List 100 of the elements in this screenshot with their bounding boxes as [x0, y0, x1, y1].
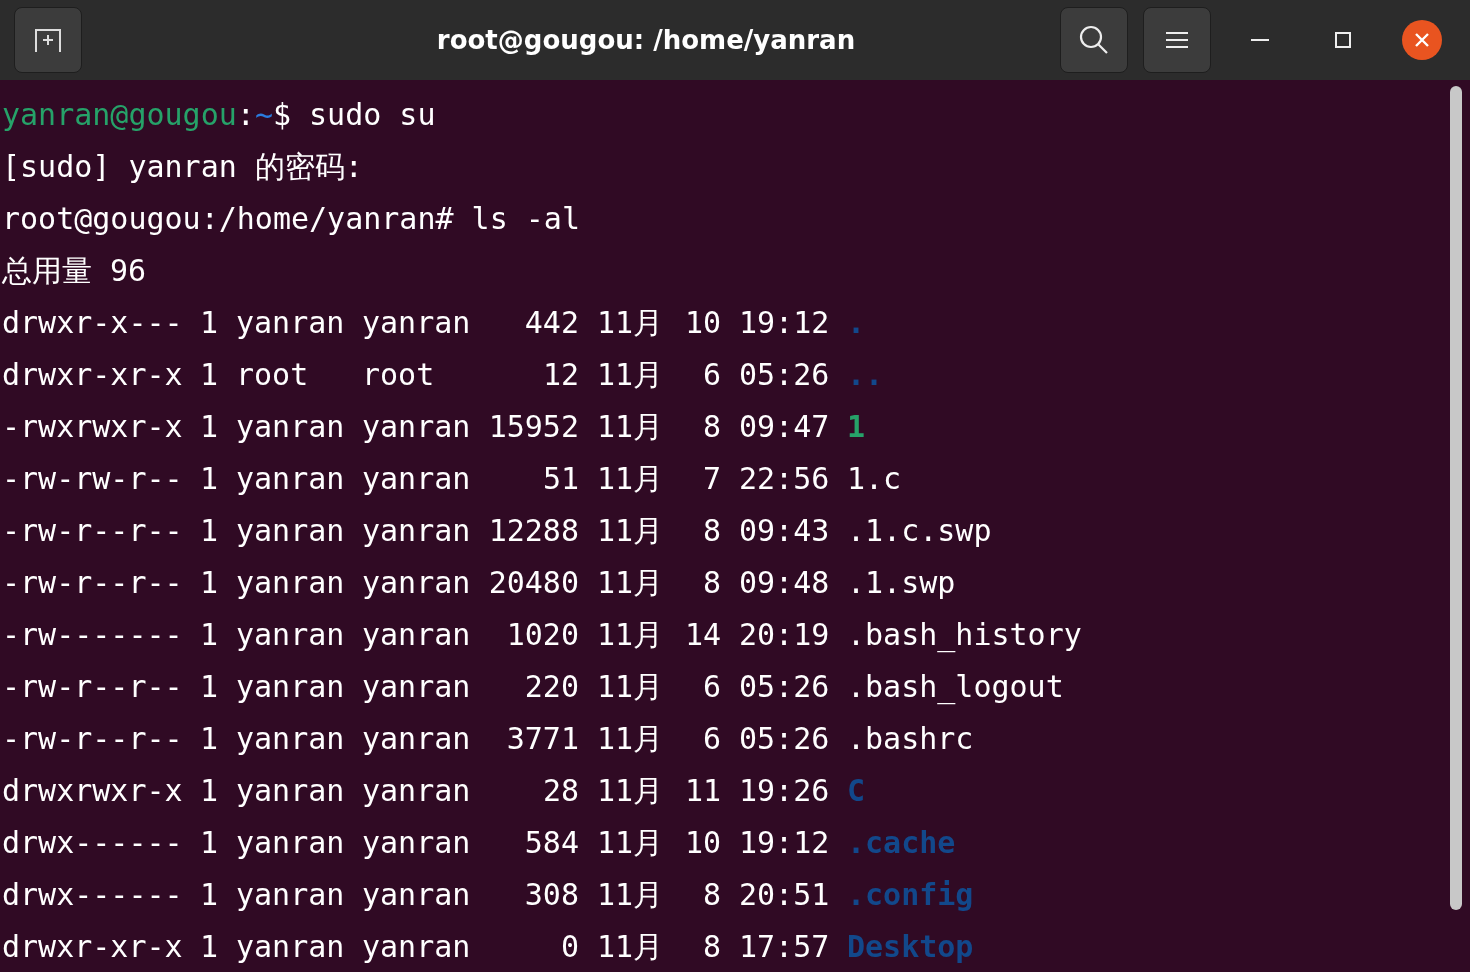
group-cell: yanran: [362, 773, 471, 808]
permissions-cell: -rw-rw-r--: [2, 461, 183, 496]
close-icon: [1414, 32, 1430, 48]
size-cell: 51: [542, 461, 579, 496]
menu-button[interactable]: [1143, 7, 1211, 73]
group-cell: yanran: [362, 409, 471, 444]
month-cell: 11月: [597, 721, 664, 756]
time-cell: 19:12: [739, 825, 830, 860]
search-icon: [1079, 25, 1109, 55]
file-name: .config: [847, 876, 974, 914]
month-cell: 11月: [597, 565, 664, 600]
permissions-cell: drwxrwxr-x: [2, 773, 183, 808]
owner-cell: yanran: [236, 513, 345, 548]
owner-cell: yanran: [236, 929, 345, 964]
permissions-cell: -rw-r--r--: [2, 513, 183, 548]
close-button[interactable]: [1402, 20, 1442, 60]
link-count-cell: 1: [200, 305, 219, 340]
new-tab-button[interactable]: [14, 7, 82, 73]
file-name: .: [847, 304, 866, 342]
day-cell: 6: [702, 669, 721, 704]
link-count-cell: 1: [200, 877, 219, 912]
size-cell: 584: [524, 825, 579, 860]
size-cell: 220: [524, 669, 579, 704]
group-cell: yanran: [362, 305, 471, 340]
group-cell: yanran: [362, 877, 471, 912]
search-button[interactable]: [1060, 7, 1128, 73]
owner-cell: yanran: [236, 669, 345, 704]
output-line: root@gougou:/home/yanran# ls -al: [2, 200, 581, 238]
day-cell: 8: [702, 409, 721, 444]
day-cell: 8: [702, 513, 721, 548]
size-cell: 3771: [506, 721, 579, 756]
owner-cell: yanran: [236, 461, 345, 496]
day-cell: 6: [702, 721, 721, 756]
link-count-cell: 1: [200, 461, 219, 496]
time-cell: 05:26: [739, 721, 830, 756]
group-cell: yanran: [362, 929, 471, 964]
link-count-cell: 1: [200, 513, 219, 548]
permissions-cell: -rw-r--r--: [2, 669, 183, 704]
permissions-cell: -rw-r--r--: [2, 721, 183, 756]
scrollbar-thumb[interactable]: [1450, 86, 1462, 910]
month-cell: 11月: [597, 669, 664, 704]
new-tab-icon: [33, 27, 63, 53]
group-cell: yanran: [362, 513, 471, 548]
link-count-cell: 1: [200, 773, 219, 808]
size-cell: 20480: [488, 565, 579, 600]
time-cell: 22:56: [739, 461, 830, 496]
link-count-cell: 1: [200, 825, 219, 860]
time-cell: 19:12: [739, 305, 830, 340]
day-cell: 10: [684, 825, 721, 860]
group-cell: yanran: [362, 461, 471, 496]
group-cell: yanran: [362, 617, 471, 652]
day-cell: 8: [702, 565, 721, 600]
link-count-cell: 1: [200, 929, 219, 964]
file-name: .1.swp: [847, 564, 956, 602]
size-cell: 28: [542, 773, 579, 808]
group-cell: root: [362, 357, 435, 392]
file-name: .bashrc: [847, 720, 974, 758]
time-cell: 19:26: [739, 773, 830, 808]
group-cell: yanran: [362, 721, 471, 756]
owner-cell: yanran: [236, 565, 345, 600]
owner-cell: yanran: [236, 877, 345, 912]
time-cell: 05:26: [739, 357, 830, 392]
time-cell: 17:57: [739, 929, 830, 964]
day-cell: 6: [702, 357, 721, 392]
time-cell: 20:51: [739, 877, 830, 912]
day-cell: 11: [684, 773, 721, 808]
month-cell: 11月: [597, 825, 664, 860]
group-cell: yanran: [362, 825, 471, 860]
link-count-cell: 1: [200, 565, 219, 600]
month-cell: 11月: [597, 513, 664, 548]
size-cell: 12288: [488, 513, 579, 548]
file-name: .1.c.swp: [847, 512, 992, 550]
month-cell: 11月: [597, 357, 664, 392]
permissions-cell: -rw-r--r--: [2, 565, 183, 600]
window-title: root@gougou: /home/yanran: [435, 25, 857, 55]
day-cell: 10: [684, 305, 721, 340]
owner-cell: yanran: [236, 305, 345, 340]
file-name: 1.c: [847, 460, 902, 498]
link-count-cell: 1: [200, 617, 219, 652]
owner-cell: yanran: [236, 617, 345, 652]
time-cell: 09:48: [739, 565, 830, 600]
size-cell: 15952: [488, 409, 579, 444]
file-name: .cache: [847, 824, 956, 862]
permissions-cell: drwx------: [2, 825, 183, 860]
day-cell: 14: [684, 617, 721, 652]
size-cell: 442: [524, 305, 579, 340]
day-cell: 8: [702, 877, 721, 912]
permissions-cell: drwxr-xr-x: [2, 357, 183, 392]
month-cell: 11月: [597, 461, 664, 496]
month-cell: 11月: [597, 877, 664, 912]
file-name: .bash_logout: [847, 668, 1064, 707]
menu-icon: [1166, 31, 1188, 49]
size-cell: 308: [524, 877, 579, 912]
link-count-cell: 1: [200, 721, 219, 756]
owner-cell: yanran: [236, 773, 345, 808]
permissions-cell: drwx------: [2, 877, 183, 912]
link-count-cell: 1: [200, 409, 219, 444]
file-name: 1: [847, 408, 866, 446]
month-cell: 11月: [597, 305, 664, 340]
size-cell: 1020: [506, 617, 579, 652]
